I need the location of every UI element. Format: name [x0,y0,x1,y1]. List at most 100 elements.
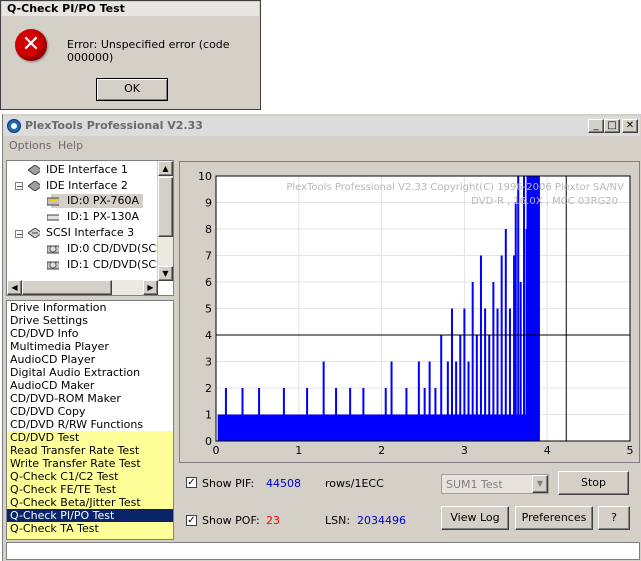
show-pof-checkbox[interactable]: ✓ [186,515,197,526]
tree-node-scsi-3[interactable]: SCSI Interface 3 [28,226,134,240]
view-log-button[interactable]: View Log [441,506,509,530]
function-item[interactable]: Q-Check C1/C2 Test [10,470,119,483]
pif-bar [266,414,269,441]
pif-bar [291,414,294,441]
menu-options[interactable]: Options [9,139,51,152]
window-title: PlexTools Professional V2.33 [25,119,203,132]
tree-node-px760a[interactable]: ID:0 PX-760A [47,194,144,208]
function-item[interactable]: Drive Information [10,301,107,314]
pif-bar [314,414,317,441]
pif-bar [306,388,309,441]
function-item[interactable]: AudioCD Player [10,353,95,366]
pif-bar [362,388,365,441]
x-tick-label: 2 [378,444,385,457]
show-pif-checkbox[interactable]: ✓ [186,477,197,488]
pif-bar [397,414,400,441]
function-item[interactable]: AudioCD Maker [10,379,94,392]
function-item[interactable]: Digital Audio Extraction [10,366,140,379]
pof-value: 23 [266,514,280,527]
tree-node-ide-1[interactable]: IDE Interface 1 [28,163,128,177]
minimize-button[interactable]: _ [588,119,604,133]
scroll-thumb[interactable] [158,177,173,237]
pif-bar [297,414,300,441]
y-tick-label: 1 [205,409,212,422]
scroll-thumb[interactable] [22,280,112,295]
maximize-button[interactable]: □ [604,119,620,133]
pif-bar [479,255,482,441]
x-tick-label: 0 [213,444,220,457]
tree-node-scsi-id0[interactable]: ID:0 CD/DVD(SCSI [47,242,166,256]
error-message: Error: Unspecified error (code 000000) [67,38,230,64]
collapse-toggle[interactable]: − [15,182,23,191]
chart-watermark-line2: DVD-R , 16.0X , MCC 03RG20 [471,196,618,207]
pif-bar [517,176,520,441]
help-button[interactable]: ? [598,506,630,530]
pipo-chart-panel: 0 1 2 3 4 5 6 7 8 9 10 0 1 2 3 4 5 PlexTools Profession… [179,161,640,463]
tree-node-px130a[interactable]: ID:1 PX-130A [47,210,139,224]
pif-bar [488,335,491,441]
function-item[interactable]: CD/DVD Copy [10,405,86,418]
plextools-app-icon [7,119,21,133]
pif-bar [475,335,478,441]
function-item[interactable]: Q-Check TA Test [10,522,99,535]
ok-button[interactable]: OK [96,78,168,101]
interface-icon [28,165,40,175]
lsn-label: LSN: [325,514,351,527]
pif-bar [471,282,474,441]
pif-bar [450,308,453,441]
show-pif-label: Show PIF: [202,477,255,490]
preferences-button[interactable]: Preferences [515,506,593,530]
pif-bar [519,282,522,441]
device-tree[interactable]: IDE Interface 1 − IDE Interface 2 ID:0 P… [6,160,174,296]
pif-bar [349,388,352,441]
interface-icon [28,181,40,191]
function-item[interactable]: CD/DVD-ROM Maker [10,392,121,405]
y-tick-label: 9 [205,197,212,210]
test-mode-select[interactable]: SUM1 Test ▼ [441,474,549,494]
function-item[interactable]: Write Transfer Rate Test [10,457,141,470]
function-item[interactable]: Q-Check FE/TE Test [10,483,116,496]
pif-bar [343,414,346,441]
lsn-value: 2034496 [357,514,406,527]
tree-horizontal-scrollbar[interactable]: ◀ ▶ [7,280,158,295]
function-item[interactable]: Q-Check Beta/Jitter Test [10,496,141,509]
function-list[interactable]: Drive Information Drive Settings CD/DVD … [6,300,174,540]
x-tick-label: 1 [295,444,302,457]
function-item[interactable]: Drive Settings [10,314,88,327]
y-tick-label: 4 [205,329,212,342]
scsi-interface-icon [28,228,40,238]
rows-label: rows/1ECC [325,477,384,490]
pif-bar [249,414,252,441]
pif-bar [258,388,261,441]
tree-node-ide-2[interactable]: IDE Interface 2 [28,179,128,193]
pif-bar [459,335,462,441]
menu-help[interactable]: Help [58,139,83,152]
y-tick-label: 5 [205,303,212,316]
tree-vertical-scrollbar[interactable]: ▲ ▼ [157,161,173,281]
y-tick-label: 2 [205,382,212,395]
close-button[interactable]: ✕ [622,119,638,133]
pif-bar [282,388,285,441]
scroll-right-icon[interactable]: ▶ [143,280,158,295]
drive-icon [47,197,59,206]
function-item[interactable]: CD/DVD R/RW Functions [10,418,143,431]
function-item[interactable]: CD/DVD Test [10,431,79,444]
function-item-selected[interactable]: Q-Check PI/PO Test [10,509,114,522]
scroll-up-icon[interactable]: ▲ [158,161,173,176]
pif-bar [405,388,408,441]
tree-node-scsi-id1[interactable]: ID:1 CD/DVD(SCSI [47,258,166,272]
scroll-down-icon[interactable]: ▼ [158,266,173,281]
function-item[interactable]: CD/DVD Info [10,327,78,340]
chevron-down-icon[interactable]: ▼ [532,475,548,493]
pif-bar [412,414,415,441]
collapse-toggle[interactable]: − [15,230,23,239]
stop-button[interactable]: Stop [558,471,629,495]
pif-bar [233,414,236,441]
function-item[interactable]: Multimedia Player [10,340,109,353]
pif-bar [224,388,227,441]
function-item[interactable]: Read Transfer Rate Test [10,444,139,457]
pif-bar [508,308,511,441]
scroll-left-icon[interactable]: ◀ [7,280,22,295]
pif-bar [355,414,358,441]
tree-node-label: ID:0 PX-760A [67,194,140,207]
